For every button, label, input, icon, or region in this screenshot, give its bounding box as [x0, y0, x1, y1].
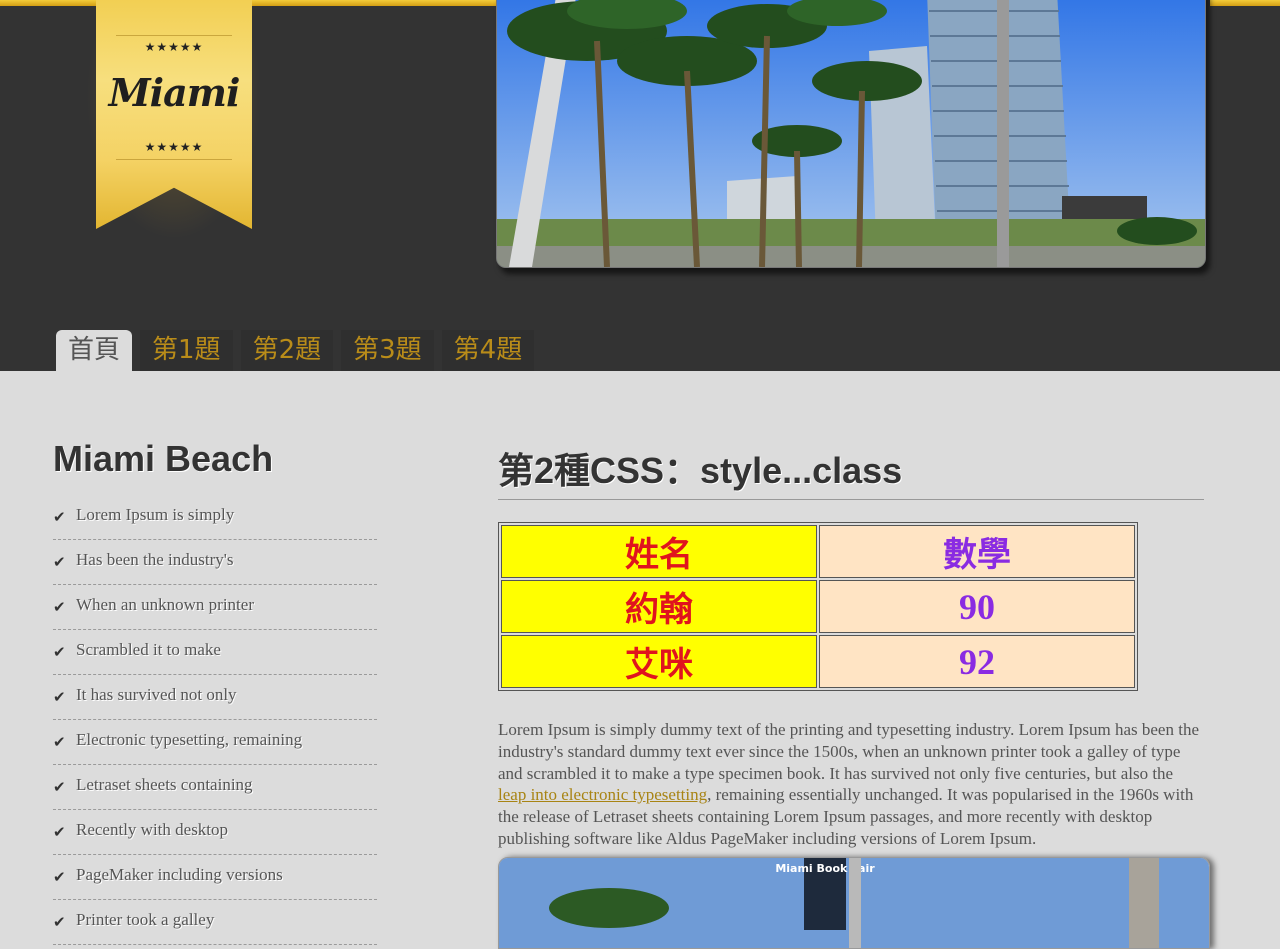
checkmark-icon: ✔ [53, 688, 66, 706]
table-row: 艾咪 92 [501, 635, 1135, 688]
sidebar-list: ✔ Lorem Ipsum is simply ✔ Has been the ind… [53, 495, 377, 945]
list-item[interactable]: ✔ Recently with desktop [53, 810, 377, 855]
list-item[interactable]: ✔ Letraset sheets containing [53, 765, 377, 810]
stars-icon: ★★★★★ [144, 40, 204, 54]
checkmark-icon: ✔ [53, 598, 66, 616]
checkmark-icon: ✔ [53, 553, 66, 571]
gold-top-strip [1210, 0, 1280, 6]
table-header-row: 姓名 數學 [501, 525, 1135, 578]
ribbon-rule [116, 159, 232, 160]
tab-q2[interactable]: 第2題 [240, 330, 334, 371]
table-cell-score: 92 [819, 635, 1135, 688]
list-item-label: Letraset sheets containing [76, 775, 253, 794]
site-logo-text: Miami [108, 70, 241, 115]
checkmark-icon: ✔ [53, 508, 66, 526]
checkmark-icon: ✔ [53, 643, 66, 661]
table-header-cell: 數學 [819, 525, 1135, 578]
list-item-label: It has survived not only [76, 685, 237, 704]
tab-q1[interactable]: 第1題 [140, 330, 233, 371]
table-cell-name: 艾咪 [501, 635, 817, 688]
table-cell-name: 約翰 [501, 580, 817, 633]
list-item[interactable]: ✔ When an unknown printer [53, 585, 377, 630]
list-item-label: Electronic typesetting, remaining [76, 730, 303, 749]
site-header: ★★★★★ Miami ★★★★★ 首頁 第1題 第2題 第3題 第4題 [0, 0, 1280, 371]
list-item-label: Has been the industry's [76, 550, 234, 569]
hero-photo [496, 0, 1206, 268]
sidebar-title: Miami Beach [53, 438, 274, 479]
checkmark-icon: ✔ [53, 868, 66, 886]
tab-q4[interactable]: 第4題 [441, 330, 535, 371]
checkmark-icon: ✔ [53, 823, 66, 841]
tab-home[interactable]: 首頁 [56, 330, 133, 371]
list-item-label: Scrambled it to make [76, 640, 221, 659]
list-item-label: PageMaker including versions [76, 865, 283, 884]
main-nav: 首頁 第1題 第2題 第3題 第4題 [56, 330, 542, 371]
table-row: 約翰 90 [501, 580, 1135, 633]
checkmark-icon: ✔ [53, 913, 66, 931]
table-header-cell: 姓名 [501, 525, 817, 578]
page-title: 第2種CSS：style...class [498, 450, 903, 491]
list-item-label: Lorem Ipsum is simply [76, 505, 235, 524]
body-paragraph: Lorem Ipsum is simply dummy text of the … [498, 719, 1204, 850]
table-cell-score: 90 [819, 580, 1135, 633]
list-item[interactable]: ✔ It has survived not only [53, 675, 377, 720]
list-item-label: Printer took a galley [76, 910, 215, 929]
stars-icon: ★★★★★ [144, 140, 204, 154]
checkmark-icon: ✔ [53, 778, 66, 796]
content-photo: Miami Book Fair [498, 857, 1210, 949]
grades-table: 姓名 數學 約翰 90 艾咪 92 [498, 522, 1138, 691]
tab-q3[interactable]: 第3題 [341, 330, 434, 371]
list-item-label: Recently with desktop [76, 820, 229, 839]
ribbon-rule [116, 35, 232, 36]
list-item[interactable]: ✔ Has been the industry's [53, 540, 377, 585]
typesetting-link[interactable]: leap into electronic typesetting [498, 785, 707, 804]
title-divider [498, 499, 1204, 500]
list-item[interactable]: ✔ Scrambled it to make [53, 630, 377, 675]
paragraph-text: Lorem Ipsum is simply dummy text of the … [498, 720, 1199, 783]
list-item[interactable]: ✔ PageMaker including versions [53, 855, 377, 900]
list-item-label: When an unknown printer [76, 595, 254, 614]
list-item[interactable]: ✔ Lorem Ipsum is simply [53, 495, 377, 540]
list-item[interactable]: ✔ Electronic typesetting, remaining [53, 720, 377, 765]
checkmark-icon: ✔ [53, 733, 66, 751]
list-item[interactable]: ✔ Printer took a galley [53, 900, 377, 945]
